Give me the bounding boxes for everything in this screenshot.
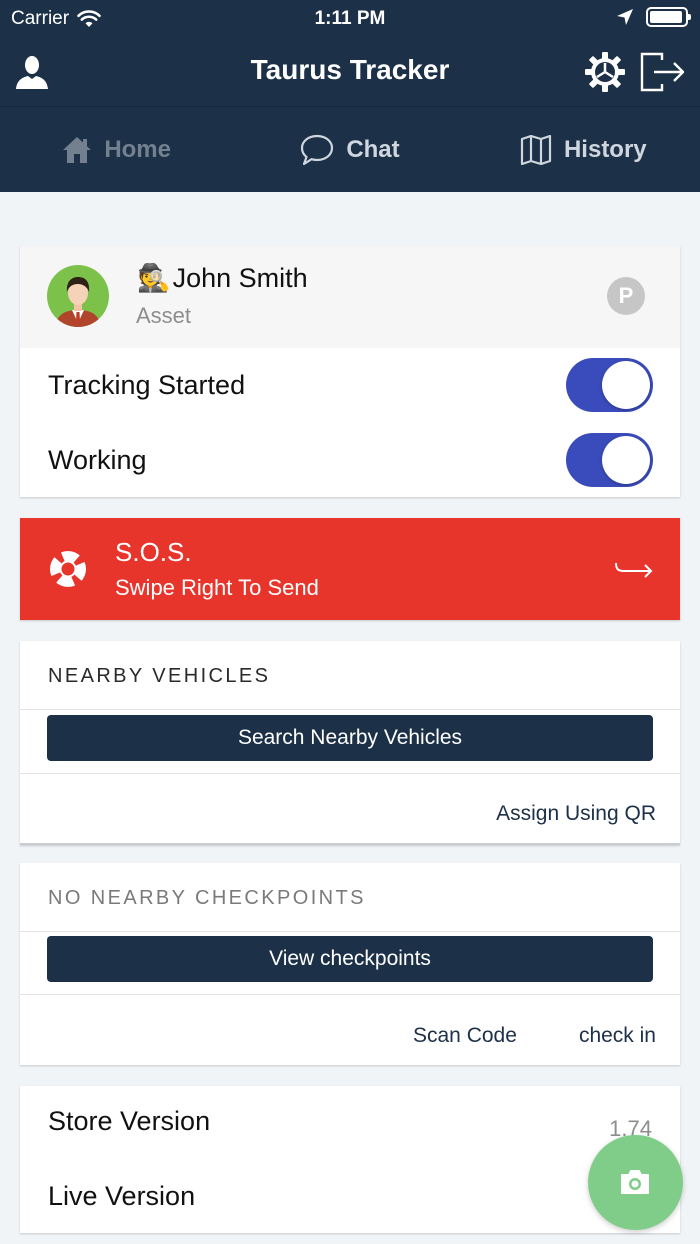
store-version-label: Store Version	[48, 1106, 211, 1136]
sos-subtitle: Swipe Right To Send	[115, 575, 319, 600]
lifebuoy-icon	[50, 551, 86, 587]
tracking-label: Tracking Started	[48, 370, 246, 400]
battery-icon	[646, 7, 691, 27]
profile-header: 🕵 John Smith Asset P	[20, 246, 680, 348]
avatar	[47, 265, 109, 327]
checkpoints-card: NO NEARBY CHECKPOINTS View checkpoints S…	[20, 863, 680, 1065]
versions-card: Store Version 1.74 Live Version	[20, 1086, 680, 1233]
top-bar: Taurus Tracker	[0, 38, 700, 106]
sos-title: S.O.S.	[115, 537, 192, 567]
live-version-label: Live Version	[48, 1181, 196, 1211]
tracking-toggle[interactable]	[566, 358, 653, 412]
divider	[20, 994, 680, 995]
working-label: Working	[48, 445, 147, 475]
sos-swipe-bar[interactable]: S.O.S. Swipe Right To Send	[20, 518, 680, 620]
user-name: 🕵 John Smith	[137, 262, 308, 294]
settings-button[interactable]	[584, 51, 626, 93]
location-arrow-icon	[617, 9, 633, 25]
swipe-arrow-icon	[615, 562, 653, 578]
toggle-knob	[602, 436, 650, 484]
camera-button[interactable]	[588, 1135, 683, 1230]
working-row: Working	[20, 423, 680, 497]
status-right	[616, 7, 691, 27]
toggle-knob	[602, 361, 650, 409]
tab-chat[interactable]: Chat	[233, 107, 466, 192]
view-checkpoints-button[interactable]: View checkpoints	[47, 936, 653, 982]
detective-emoji: 🕵	[137, 263, 171, 293]
home-icon	[63, 136, 92, 163]
nearby-vehicles-card: NEARBY VEHICLES Search Nearby Vehicles A…	[20, 641, 680, 845]
checkpoints-heading: NO NEARBY CHECKPOINTS	[48, 887, 366, 909]
chat-icon	[301, 134, 334, 165]
search-nearby-vehicles-button[interactable]: Search Nearby Vehicles	[47, 715, 653, 761]
app-header: Carrier 1:11 PM Taurus Tracker Home Chat…	[0, 0, 700, 192]
tab-chat-label: Chat	[346, 135, 400, 163]
nearby-vehicles-heading: NEARBY VEHICLES	[48, 665, 271, 687]
tab-history-label: History	[563, 135, 647, 163]
logout-button[interactable]	[640, 52, 686, 92]
map-icon	[520, 134, 552, 165]
clock: 1:11 PM	[314, 8, 386, 29]
gear-icon	[585, 52, 625, 92]
user-role: Asset	[136, 303, 192, 328]
camera-icon	[621, 1170, 649, 1194]
tab-bar: Home Chat History	[0, 106, 700, 192]
divider	[20, 709, 680, 710]
divider	[20, 931, 680, 932]
logout-icon	[640, 52, 685, 92]
assign-using-qr-link[interactable]: Assign Using QR	[496, 802, 656, 826]
check-in-link[interactable]: check in	[579, 1024, 656, 1048]
user-name-text: John Smith	[172, 262, 308, 293]
divider	[20, 773, 680, 774]
tab-history[interactable]: History	[467, 107, 700, 192]
tab-home[interactable]: Home	[0, 107, 233, 192]
profile-card: 🕵 John Smith Asset P Tracking Started Wo…	[20, 246, 680, 497]
working-toggle[interactable]	[566, 433, 653, 487]
status-bar: Carrier 1:11 PM	[0, 0, 700, 38]
tab-home-label: Home	[104, 135, 171, 163]
parking-badge: P	[607, 277, 645, 315]
scan-code-link[interactable]: Scan Code	[413, 1024, 517, 1048]
tracking-row: Tracking Started	[20, 348, 680, 422]
